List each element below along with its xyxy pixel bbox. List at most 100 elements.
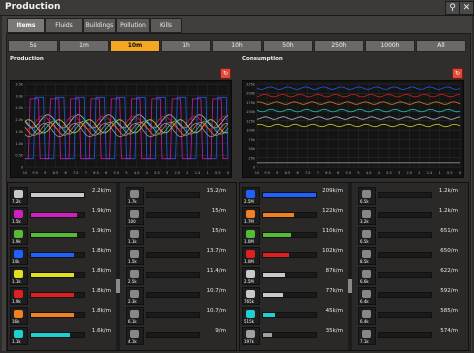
list-item[interactable]: 7.2k 2.2k/m 1.7k 15.2/m (8, 185, 236, 207)
time-50h[interactable]: 50h (263, 40, 313, 52)
list-scrollbar[interactable] (116, 183, 120, 350)
item-cell[interactable]: 1.1k 15/m (126, 225, 228, 247)
item-cell[interactable]: 4.1k 9/m (126, 325, 228, 347)
list-item[interactable]: 1.0M 102k/m 8.5k 650/m (240, 245, 468, 267)
time-5s[interactable]: 5s (8, 40, 58, 52)
item-slot[interactable]: 14k (10, 247, 28, 265)
item-cell[interactable]: 6.5k 1.2k/m (358, 185, 460, 207)
time-250h[interactable]: 250h (314, 40, 364, 52)
item-slot[interactable]: 765k (242, 287, 260, 305)
item-cell[interactable]: 100 15/m (126, 205, 228, 227)
item-slot[interactable]: 2.5M (242, 187, 260, 205)
list-item[interactable]: 1.9k 1.9k/m 1.1k 15/m (8, 225, 236, 247)
item-slot[interactable]: 1.5k (126, 247, 144, 265)
item-slot[interactable]: 1.7k (126, 187, 144, 205)
item-slot[interactable]: 1.1k (10, 327, 28, 345)
tab-pollution[interactable]: Pollution (116, 18, 150, 33)
tab-fluids[interactable]: Fluids (45, 18, 83, 33)
time-10h[interactable]: 10h (212, 40, 262, 52)
item-slot[interactable]: 6.4k (358, 287, 376, 305)
item-slot[interactable]: 4.1k (126, 327, 144, 345)
item-cell[interactable]: 16k 1.8k/m (10, 305, 113, 327)
item-slot[interactable]: 3.2k (358, 207, 376, 225)
time-all[interactable]: All (416, 40, 466, 52)
item-cell[interactable]: 1.9k 1.8k/m (10, 285, 113, 307)
item-cell[interactable]: 6.5k 651/m (358, 225, 460, 247)
item-cell[interactable]: 2.5M 209k/m (242, 185, 345, 207)
item-slot[interactable]: 1.9k (10, 227, 28, 245)
item-cell[interactable]: 2.5k 11.4/m (126, 265, 228, 287)
item-slot[interactable]: 1.5k (10, 207, 28, 225)
item-slot[interactable]: 7.1k (358, 327, 376, 345)
item-cell[interactable]: 765k 77k/m (242, 285, 345, 307)
item-cell[interactable]: 1.1k 1.8k/m (10, 265, 113, 287)
item-slot[interactable]: 6.5k (358, 227, 376, 245)
item-slot[interactable]: 1.0M (242, 247, 260, 265)
scrollbar-thumb[interactable] (116, 279, 120, 293)
list-item[interactable]: 16k 1.8k/m 6.1k 10.7/m (8, 305, 236, 327)
item-slot[interactable]: 6.4k (358, 307, 376, 325)
close-button[interactable]: ✕ (459, 1, 474, 15)
production-graph[interactable]: 3.5k 3.0k 2.5k 2.0k 1.5k 1.0k 0.5k 0 10 9.5 9 8.5 8 7… (10, 80, 232, 178)
scrollbar-thumb[interactable] (348, 279, 352, 293)
list-item[interactable]: 1.0M 110k/m 6.5k 651/m (240, 225, 468, 247)
item-cell[interactable]: 2.3k 10.7/m (126, 285, 228, 307)
item-cell[interactable]: 1.1k 1.6k/m (10, 325, 113, 347)
item-slot[interactable]: 515k (242, 307, 260, 325)
list-item[interactable]: 1.9k 1.8k/m 2.3k 10.7/m (8, 285, 236, 307)
item-cell[interactable]: 14k 1.8k/m (10, 245, 113, 267)
item-cell[interactable]: 1.7k 15.2/m (126, 185, 228, 207)
item-cell[interactable]: 1.7M 122k/m (242, 205, 345, 227)
item-slot[interactable]: 100 (126, 207, 144, 225)
item-cell[interactable]: 6.6k 622/m (358, 265, 460, 287)
list-item[interactable]: 197k 35k/m 7.1k 574/m (240, 325, 468, 347)
item-cell[interactable]: 6.1k 10.7/m (126, 305, 228, 327)
item-slot[interactable]: 6.5k (358, 187, 376, 205)
tab-kills[interactable]: Kills (150, 18, 182, 33)
list-item[interactable]: 1.5k 1.9k/m 100 15/m (8, 205, 236, 227)
item-slot[interactable]: 2.5M (242, 267, 260, 285)
list-item[interactable]: 2.5M 87k/m 6.6k 622/m (240, 265, 468, 287)
item-cell[interactable]: 1.0M 110k/m (242, 225, 345, 247)
item-cell[interactable]: 2.5M 87k/m (242, 265, 345, 287)
item-slot[interactable]: 6.6k (358, 267, 376, 285)
list-scrollbar[interactable] (348, 183, 352, 350)
tab-items[interactable]: Items (7, 18, 45, 33)
item-cell[interactable]: 1.9k 1.9k/m (10, 225, 113, 247)
item-slot[interactable]: 2.5k (126, 267, 144, 285)
item-cell[interactable]: 1.5k 1.9k/m (10, 205, 113, 227)
item-slot[interactable]: 7.2k (10, 187, 28, 205)
item-slot[interactable]: 197k (242, 327, 260, 345)
item-cell[interactable]: 1.5k 13.7/m (126, 245, 228, 267)
list-item[interactable]: 1.1k 1.8k/m 2.5k 11.4/m (8, 265, 236, 287)
consumption-item-list[interactable]: 2.5M 209k/m 6.5k 1.2k/m 1.7M 122k/m 3.2k 1.2k/m… (239, 182, 469, 351)
item-slot[interactable]: 1.0M (242, 227, 260, 245)
item-slot[interactable]: 1.1k (10, 267, 28, 285)
list-item[interactable]: 14k 1.8k/m 1.5k 13.7/m (8, 245, 236, 267)
item-cell[interactable]: 3.2k 1.2k/m (358, 205, 460, 227)
list-item[interactable]: 2.5M 209k/m 6.5k 1.2k/m (240, 185, 468, 207)
item-cell[interactable]: 7.2k 2.2k/m (10, 185, 113, 207)
time-10m[interactable]: 10m (110, 40, 160, 52)
item-slot[interactable]: 16k (10, 307, 28, 325)
item-cell[interactable]: 6.4k 592/m (358, 285, 460, 307)
time-1000h[interactable]: 1000h (365, 40, 415, 52)
time-1h[interactable]: 1h (161, 40, 211, 52)
item-slot[interactable]: 1.1k (126, 227, 144, 245)
search-button[interactable]: ⚲ (445, 1, 460, 15)
time-1m[interactable]: 1m (59, 40, 109, 52)
list-item[interactable]: 515k 45k/m 6.4k 585/m (240, 305, 468, 327)
production-item-list[interactable]: 7.2k 2.2k/m 1.7k 15.2/m 1.5k 1.9k/m 100 15/m 1.9… (7, 182, 237, 351)
consumption-graph[interactable]: 225k 200k 175k 150k 125k 100k 75k 50k 25k 0 10 9.5 9… (242, 80, 464, 178)
item-cell[interactable]: 1.0M 102k/m (242, 245, 345, 267)
consumption-reset-button[interactable]: ↻ (452, 68, 463, 79)
item-cell[interactable]: 7.1k 574/m (358, 325, 460, 347)
item-cell[interactable]: 8.5k 650/m (358, 245, 460, 267)
item-slot[interactable]: 8.5k (358, 247, 376, 265)
list-item[interactable]: 765k 77k/m 6.4k 592/m (240, 285, 468, 307)
list-item[interactable]: 1.1k 1.6k/m 4.1k 9/m (8, 325, 236, 347)
production-reset-button[interactable]: ↻ (220, 68, 231, 79)
item-slot[interactable]: 1.9k (10, 287, 28, 305)
item-cell[interactable]: 197k 35k/m (242, 325, 345, 347)
item-slot[interactable]: 6.1k (126, 307, 144, 325)
